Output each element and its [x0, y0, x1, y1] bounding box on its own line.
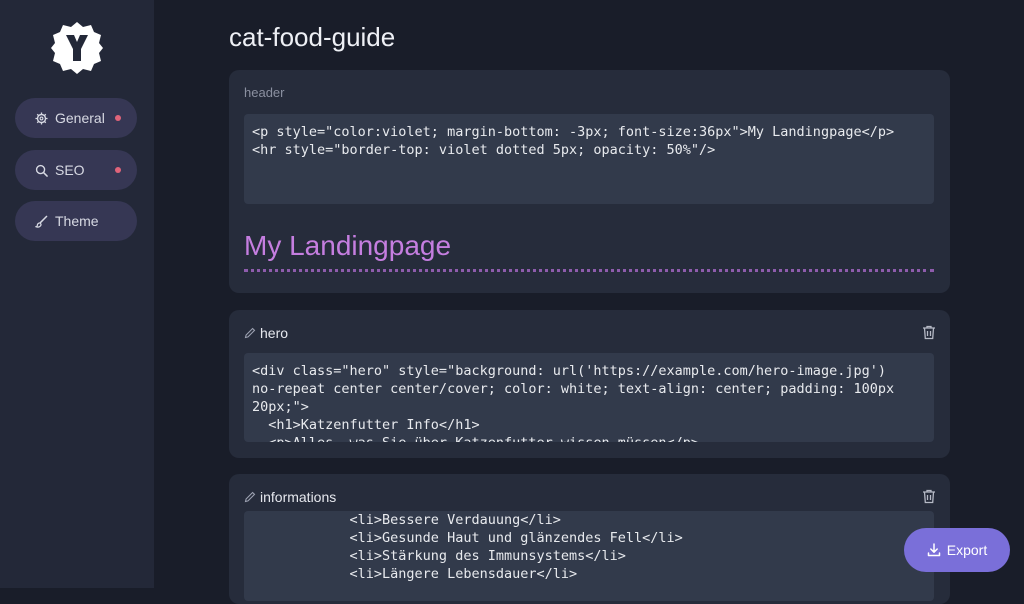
- section-label-row[interactable]: hero: [244, 325, 288, 341]
- page-title: cat-food-guide: [229, 22, 396, 52]
- sidebar-item-seo[interactable]: SEO: [15, 150, 137, 190]
- section-card-informations: informations <li>Bessere Verdauung</li> …: [229, 474, 950, 604]
- trash-icon[interactable]: [922, 325, 936, 340]
- brush-icon: [35, 214, 49, 228]
- logo-icon: [51, 22, 103, 74]
- section-label: hero: [260, 325, 289, 341]
- pencil-icon: [244, 327, 256, 339]
- gear-icon: [35, 111, 49, 125]
- preview-heading: My Landingpage: [244, 230, 452, 261]
- pencil-icon: [244, 491, 256, 503]
- section-card-header: header <p style="color:violet; margin-bo…: [229, 70, 950, 293]
- status-dot: [115, 167, 121, 173]
- code-editor-hero[interactable]: <div class="hero" style="background: url…: [244, 353, 934, 442]
- section-label-row[interactable]: informations: [244, 489, 336, 505]
- sidebar-item-theme[interactable]: Theme: [15, 201, 137, 241]
- download-icon: [927, 543, 941, 557]
- export-label: Export: [946, 542, 988, 558]
- section-label: informations: [260, 489, 337, 505]
- sidebar-item-label: General: [55, 110, 105, 126]
- code-editor-header[interactable]: <p style="color:violet; margin-bottom: -…: [244, 114, 934, 204]
- sidebar-item-general[interactable]: General: [15, 98, 137, 138]
- sidebar: General SEO Theme: [0, 0, 154, 588]
- export-button[interactable]: Export: [904, 528, 1010, 572]
- search-icon: [35, 163, 49, 177]
- sidebar-item-label: SEO: [55, 162, 85, 178]
- section-card-hero: hero <div class="hero" style="background…: [229, 310, 950, 458]
- preview-divider: [244, 269, 934, 272]
- section-label: header: [244, 85, 285, 100]
- status-dot: [115, 115, 121, 121]
- trash-icon[interactable]: [922, 489, 936, 504]
- sidebar-item-label: Theme: [55, 213, 99, 229]
